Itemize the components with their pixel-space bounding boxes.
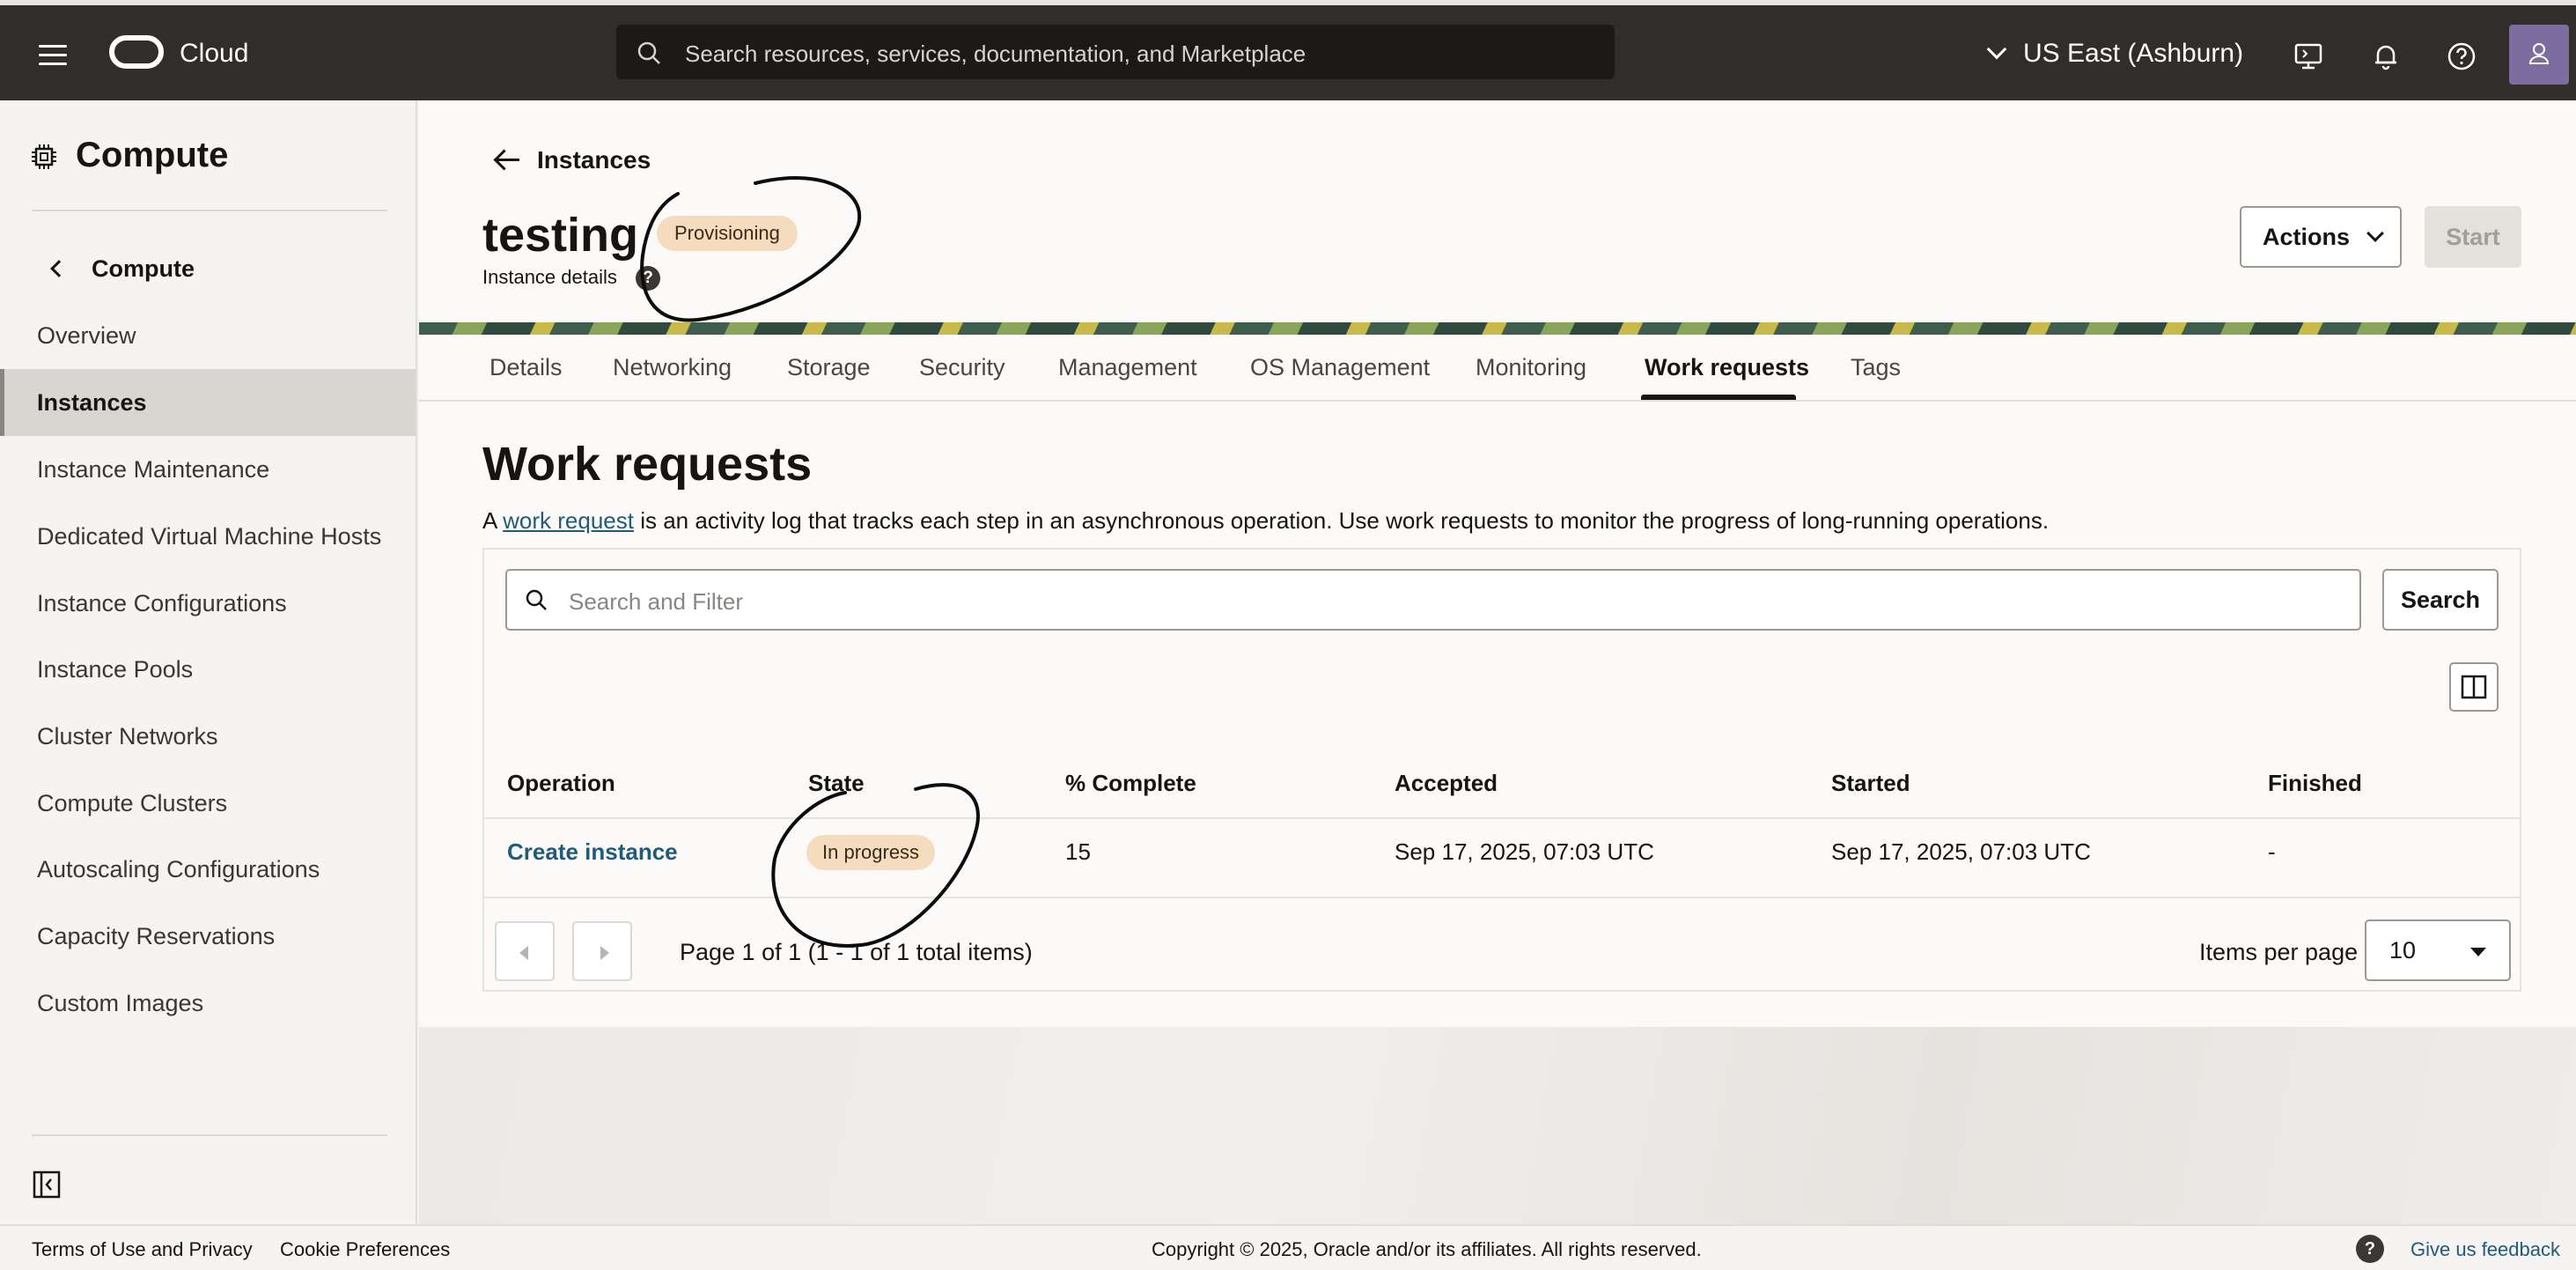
desc-suffix: is an activity log that tracks each step… bbox=[633, 507, 2050, 534]
tab-bar: Details Networking Storage Security Mana… bbox=[419, 335, 2576, 402]
operation-link[interactable]: Create instance bbox=[507, 838, 678, 866]
search-button[interactable]: Search bbox=[2382, 569, 2499, 631]
sidebar-item-custom-images[interactable]: Custom Images bbox=[0, 970, 416, 1037]
actions-label: Actions bbox=[2263, 224, 2351, 250]
sidebar-item-instance-pools[interactable]: Instance Pools bbox=[0, 636, 416, 703]
column-header-percent-complete[interactable]: % Complete bbox=[1065, 770, 1196, 797]
footer-help-icon[interactable]: ? bbox=[2356, 1235, 2384, 1263]
sidebar-item-dedicated-vm-hosts[interactable]: Dedicated Virtual Machine Hosts bbox=[0, 503, 416, 570]
items-per-page-value: 10 bbox=[2389, 937, 2417, 964]
divider bbox=[32, 1134, 387, 1136]
column-header-started[interactable]: Started bbox=[1831, 770, 1910, 797]
sidebar-back-label: Compute bbox=[92, 255, 195, 282]
collapse-sidebar-icon[interactable] bbox=[32, 1170, 62, 1200]
back-to-instances-link[interactable]: Instances bbox=[497, 146, 651, 174]
column-settings-button[interactable] bbox=[2449, 662, 2499, 712]
tab-os-management[interactable]: OS Management bbox=[1250, 354, 1430, 381]
pagination-summary: Page 1 of 1 (1 - 1 of 1 total items) bbox=[680, 939, 1033, 965]
percent-complete-value: 15 bbox=[1065, 838, 1091, 865]
user-icon bbox=[2528, 43, 2550, 64]
page-subtitle: Instance details bbox=[482, 266, 617, 288]
finished-value: - bbox=[2268, 838, 2276, 865]
tab-security[interactable]: Security bbox=[919, 354, 1005, 381]
decorative-banner bbox=[419, 322, 2576, 335]
search-placeholder: Search resources, services, documentatio… bbox=[685, 41, 1306, 67]
tab-work-requests[interactable]: Work requests bbox=[1645, 354, 1809, 381]
tab-storage[interactable]: Storage bbox=[787, 354, 871, 381]
sidebar-item-instances[interactable]: Instances bbox=[0, 369, 416, 436]
column-header-finished[interactable]: Finished bbox=[2268, 770, 2362, 797]
brand-name[interactable]: Cloud bbox=[180, 39, 248, 69]
caret-down-icon bbox=[2470, 948, 2486, 956]
sidebar-item-instance-maintenance[interactable]: Instance Maintenance bbox=[0, 436, 416, 503]
page-title: testing bbox=[482, 209, 639, 262]
section-description: A work request is an activity log that t… bbox=[482, 507, 2049, 535]
chevron-down-icon bbox=[2366, 225, 2384, 242]
sidebar: Compute Compute Overview Instances Insta… bbox=[0, 100, 417, 1224]
arrow-left-icon bbox=[497, 159, 519, 161]
region-selector[interactable]: US East (Ashburn) bbox=[1986, 39, 2244, 69]
caret-right-icon bbox=[600, 946, 609, 960]
next-page-button[interactable] bbox=[572, 921, 632, 981]
tab-networking[interactable]: Networking bbox=[613, 354, 732, 381]
items-per-page-select[interactable]: 10 bbox=[2365, 919, 2511, 981]
background-pattern bbox=[419, 1027, 2576, 1224]
region-label: US East (Ashburn) bbox=[2023, 39, 2244, 68]
desc-prefix: A bbox=[482, 507, 504, 534]
columns-icon bbox=[2461, 675, 2487, 699]
give-feedback-link[interactable]: Give us feedback bbox=[2410, 1238, 2560, 1261]
cloud-shell-icon[interactable] bbox=[2293, 41, 2324, 72]
divider bbox=[484, 897, 2520, 898]
column-header-state[interactable]: State bbox=[808, 770, 865, 797]
help-icon[interactable] bbox=[2446, 41, 2477, 72]
divider bbox=[484, 817, 2520, 819]
tab-details[interactable]: Details bbox=[489, 354, 563, 381]
cookie-preferences-link[interactable]: Cookie Preferences bbox=[280, 1238, 450, 1261]
sidebar-item-overview[interactable]: Overview bbox=[0, 302, 416, 369]
footer: Terms of Use and Privacy Cookie Preferen… bbox=[0, 1224, 2576, 1270]
tab-monitoring[interactable]: Monitoring bbox=[1476, 354, 1586, 381]
filter-placeholder: Search and Filter bbox=[569, 588, 743, 615]
status-badge: Provisioning bbox=[657, 216, 798, 251]
state-badge: In progress bbox=[806, 835, 936, 870]
menu-icon[interactable] bbox=[39, 45, 67, 66]
back-link-label: Instances bbox=[537, 146, 651, 174]
copyright-text: Copyright © 2025, Oracle and/or its affi… bbox=[1152, 1238, 1702, 1260]
caret-left-icon bbox=[519, 946, 528, 960]
info-help-icon[interactable]: ? bbox=[636, 266, 660, 291]
sidebar-item-cluster-networks[interactable]: Cluster Networks bbox=[0, 703, 416, 770]
sidebar-back-compute[interactable]: Compute bbox=[50, 255, 195, 283]
notifications-bell-icon[interactable] bbox=[2370, 41, 2402, 72]
column-header-accepted[interactable]: Accepted bbox=[1395, 770, 1498, 797]
user-avatar[interactable] bbox=[2509, 25, 2569, 85]
sidebar-item-compute-clusters[interactable]: Compute Clusters bbox=[0, 770, 416, 837]
sidebar-item-autoscaling-configurations[interactable]: Autoscaling Configurations bbox=[0, 836, 416, 903]
chevron-left-icon bbox=[50, 260, 68, 277]
tab-tags[interactable]: Tags bbox=[1851, 354, 1901, 381]
sidebar-item-capacity-reservations[interactable]: Capacity Reservations bbox=[0, 903, 416, 970]
terms-link[interactable]: Terms of Use and Privacy bbox=[32, 1238, 253, 1261]
items-per-page-label: Items per page bbox=[2199, 939, 2359, 965]
chevron-down-icon bbox=[1986, 39, 2007, 60]
sidebar-item-instance-configurations[interactable]: Instance Configurations bbox=[0, 570, 416, 637]
work-request-link[interactable]: work request bbox=[503, 507, 634, 534]
oracle-logo[interactable] bbox=[109, 35, 164, 69]
section-title: Work requests bbox=[482, 438, 813, 491]
sidebar-title: Compute bbox=[76, 136, 229, 174]
column-header-operation[interactable]: Operation bbox=[507, 770, 615, 797]
actions-dropdown-button[interactable]: Actions bbox=[2240, 206, 2402, 268]
started-value: Sep 17, 2025, 07:03 UTC bbox=[1831, 838, 2091, 865]
search-filter-input[interactable]: Search and Filter bbox=[505, 569, 2361, 631]
previous-page-button[interactable] bbox=[495, 921, 555, 981]
search-icon bbox=[637, 41, 660, 64]
divider bbox=[32, 210, 387, 211]
accepted-value: Sep 17, 2025, 07:03 UTC bbox=[1395, 838, 1654, 865]
active-tab-indicator bbox=[1641, 395, 1796, 400]
start-button[interactable]: Start bbox=[2425, 206, 2521, 268]
top-navigation-bar: Cloud Search resources, services, docume… bbox=[0, 0, 2576, 100]
global-search-input[interactable]: Search resources, services, documentatio… bbox=[616, 25, 1615, 79]
search-icon bbox=[526, 589, 547, 610]
compute-chip-icon bbox=[32, 144, 56, 169]
tab-management[interactable]: Management bbox=[1058, 354, 1197, 381]
